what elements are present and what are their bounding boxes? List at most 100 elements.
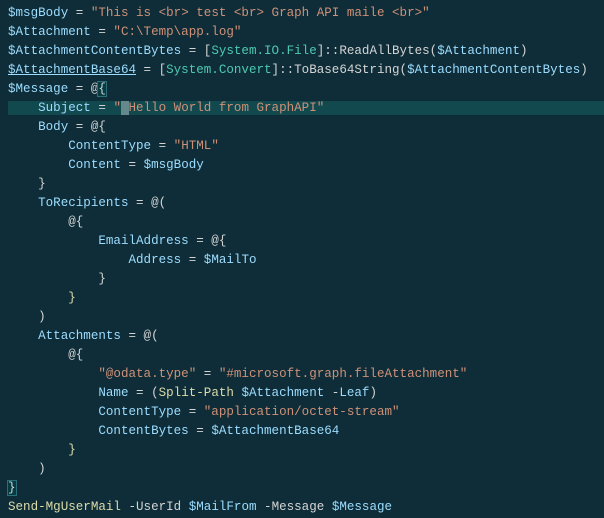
token-op: = @( xyxy=(128,196,166,210)
token-param: Message xyxy=(272,500,325,514)
token-variable: $AttachmentContentBytes xyxy=(8,44,181,58)
token-key: Attachments xyxy=(38,329,121,343)
token-op: - xyxy=(257,500,272,514)
token-op: = xyxy=(181,405,204,419)
indent xyxy=(8,424,98,438)
token-type: System.Convert xyxy=(166,63,271,77)
indent xyxy=(8,272,98,286)
token-key: ContentBytes xyxy=(98,424,188,438)
token-op: = @ xyxy=(68,82,98,96)
token-type: System.IO.File xyxy=(211,44,316,58)
token-bracket: [ xyxy=(159,63,167,77)
code-editor[interactable]: $msgBody = "This is <br> test <br> Graph… xyxy=(0,0,604,518)
token-op: = xyxy=(151,139,174,153)
token-string: "application/octet-stream" xyxy=(204,405,400,419)
token-brace: } xyxy=(68,443,76,457)
indent xyxy=(8,101,38,115)
token-string: "C:\Temp\app.log" xyxy=(113,25,241,39)
token-variable: $Message xyxy=(332,500,392,514)
token-bracket: ] xyxy=(272,63,280,77)
indent xyxy=(8,348,68,362)
token-brace: } xyxy=(38,177,46,191)
indent xyxy=(8,139,68,153)
indent xyxy=(8,253,128,267)
token-variable: $msgBody xyxy=(144,158,204,172)
token-brace: } xyxy=(98,272,106,286)
token-op: = xyxy=(181,44,204,58)
token-variable: $MailTo xyxy=(204,253,257,267)
indent xyxy=(8,462,38,476)
indent xyxy=(8,386,98,400)
text-cursor xyxy=(121,101,129,115)
indent xyxy=(8,291,68,305)
token-op: = @{ xyxy=(189,234,227,248)
bracket-match: { xyxy=(98,82,106,96)
indent xyxy=(8,234,98,248)
token-cmdlet: Send-MgUserMail xyxy=(8,500,121,514)
token-string: "HTML" xyxy=(174,139,219,153)
indent xyxy=(8,215,68,229)
token-string: "This is <br> test <br> Graph API maile … xyxy=(91,6,430,20)
token-paren: ) xyxy=(38,310,46,324)
token-op: = xyxy=(91,101,114,115)
token-op: = xyxy=(181,253,204,267)
indent xyxy=(8,443,68,457)
token-op: = ( xyxy=(128,386,158,400)
token-variable: $Attachment xyxy=(437,44,520,58)
token-key: Body xyxy=(38,120,68,134)
token-method: ::ReadAllBytes( xyxy=(324,44,437,58)
bracket-match: } xyxy=(8,481,16,495)
token-variable: $MailFrom xyxy=(189,500,257,514)
indent xyxy=(8,329,38,343)
space xyxy=(181,500,189,514)
token-paren: ) xyxy=(369,386,377,400)
token-key: ContentType xyxy=(98,405,181,419)
token-param: Leaf xyxy=(339,386,369,400)
token-string: " xyxy=(113,101,121,115)
token-op: = @{ xyxy=(68,120,106,134)
token-variable: $AttachmentBase64 xyxy=(211,424,339,438)
token-op: = xyxy=(91,25,114,39)
token-variable: $Attachment xyxy=(8,25,91,39)
indent xyxy=(8,310,38,324)
token-op: = @( xyxy=(121,329,159,343)
token-key: Subject xyxy=(38,101,91,115)
indent xyxy=(8,196,38,210)
token-method: ::ToBase64String( xyxy=(279,63,407,77)
token-op: = xyxy=(196,367,219,381)
token-op: - xyxy=(121,500,136,514)
token-variable: $Message xyxy=(8,82,68,96)
token-variable: $AttachmentBase64 xyxy=(8,63,136,77)
token-variable: $Attachment xyxy=(241,386,324,400)
token-op: = xyxy=(136,63,159,77)
token-string: "#microsoft.graph.fileAttachment" xyxy=(219,367,467,381)
token-variable: $AttachmentContentBytes xyxy=(407,63,580,77)
token-key: Name xyxy=(98,386,128,400)
token-op: = xyxy=(68,6,91,20)
token-variable: $msgBody xyxy=(8,6,68,20)
token-key: ContentType xyxy=(68,139,151,153)
token-hash: @{ xyxy=(68,348,83,362)
token-paren: ) xyxy=(520,44,528,58)
token-cmdlet: Split-Path xyxy=(159,386,234,400)
token-key: EmailAddress xyxy=(98,234,188,248)
token-paren: ) xyxy=(38,462,46,476)
token-op: - xyxy=(324,386,339,400)
token-op: = xyxy=(189,424,212,438)
token-brace: } xyxy=(68,291,76,305)
token-string: Hello World from GraphAPI" xyxy=(129,101,325,115)
indent xyxy=(8,177,38,191)
token-string: "@odata.type" xyxy=(98,367,196,381)
token-key: Address xyxy=(128,253,181,267)
token-hash: @{ xyxy=(68,215,83,229)
token-key: ToRecipients xyxy=(38,196,128,210)
token-key: Content xyxy=(68,158,121,172)
space xyxy=(324,500,332,514)
token-op: = xyxy=(121,158,144,172)
indent xyxy=(8,367,98,381)
indent xyxy=(8,405,98,419)
token-param: UserId xyxy=(136,500,181,514)
indent xyxy=(8,120,38,134)
indent xyxy=(8,158,68,172)
token-paren: ) xyxy=(580,63,588,77)
